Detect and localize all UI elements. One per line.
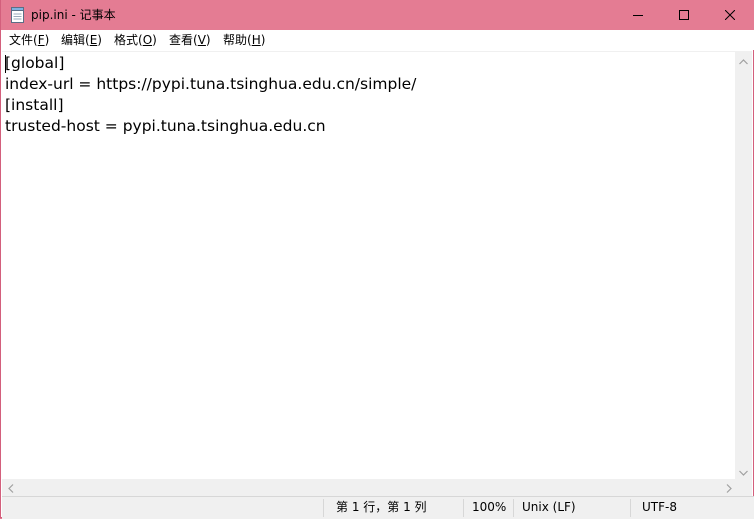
editor-line: trusted-host = pypi.tuna.tsinghua.edu.cn [5,117,326,135]
close-icon [725,10,735,20]
chevron-left-icon [7,478,14,497]
close-button[interactable] [707,0,753,30]
cursor-position: 第 1 行，第 1 列 [336,500,427,514]
vertical-scrollbar[interactable] [735,51,752,479]
window-title: pip.ini - 记事本 [31,8,116,22]
editor-line: index-url = https://pypi.tuna.tsinghua.e… [5,75,417,93]
menu-help[interactable]: 帮助(H) [223,30,265,50]
menu-format[interactable]: 格式(O) [114,30,157,50]
status-bar: 第 1 行，第 1 列 100% Unix (LF) UTF-8 [2,496,754,519]
menu-view[interactable]: 查看(V) [169,30,211,50]
zoom-level: 100% [472,500,507,514]
maximize-icon [679,10,689,20]
line-ending: Unix (LF) [522,500,576,514]
horizontal-scrollbar[interactable] [2,479,737,496]
scroll-down-button[interactable] [735,462,752,479]
editor-line: [install] [5,96,64,114]
status-divider [323,499,324,517]
status-divider [630,499,631,517]
menu-file[interactable]: 文件(F) [9,30,49,50]
chevron-down-icon [739,461,748,480]
notepad-window: pip.ini - 记事本 文件(F) 编辑(E) 格式(O) 查看(V) 帮助… [0,0,754,519]
text-editor[interactable]: [global] index-url = https://pypi.tuna.t… [2,51,737,480]
notepad-icon [11,7,24,23]
encoding: UTF-8 [642,500,677,514]
scroll-left-button[interactable] [2,479,19,496]
menu-bar: 文件(F) 编辑(E) 格式(O) 查看(V) 帮助(H) [1,30,754,50]
editor-line: [global] [5,54,65,72]
maximize-button[interactable] [661,0,707,30]
status-divider [463,499,464,517]
chevron-up-icon [739,50,748,69]
minimize-icon [633,10,643,20]
status-divider [513,499,514,517]
minimize-button[interactable] [615,0,661,30]
scrollbar-corner [735,479,752,496]
menu-edit[interactable]: 编辑(E) [61,30,102,50]
chevron-right-icon [726,478,732,497]
scroll-up-button[interactable] [735,51,752,68]
title-bar[interactable]: pip.ini - 记事本 [1,0,754,30]
